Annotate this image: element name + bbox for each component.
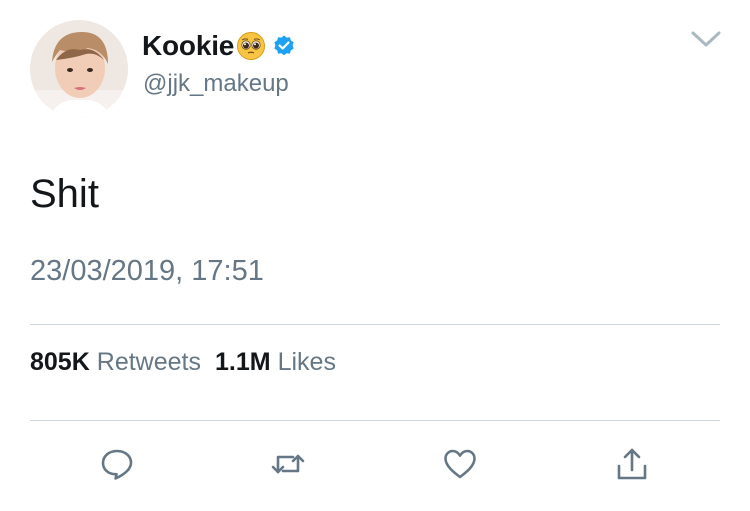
verified-badge-icon [272,34,296,58]
pleading-face-emoji-icon [236,31,266,61]
avatar[interactable] [30,20,128,118]
likes-count[interactable]: 1.1M [215,348,271,377]
user-handle[interactable]: @jjk_makeup [143,70,289,98]
tweet-stats: 805K Retweets 1.1M Likes [30,348,350,377]
retweet-button[interactable] [270,446,306,482]
divider [30,420,720,421]
divider [30,324,720,325]
display-name[interactable]: Kookie [142,30,234,62]
retweets-count[interactable]: 805K [30,348,90,377]
tweet-text: Shit [30,172,99,216]
retweets-label[interactable]: Retweets [97,348,201,377]
likes-label[interactable]: Likes [278,348,336,377]
display-name-row: Kookie [142,28,296,64]
tweet-timestamp[interactable]: 23/03/2019, 17:51 [30,255,264,288]
reply-icon [101,449,133,480]
reply-button[interactable] [99,446,135,482]
avatar-photo [30,20,128,118]
like-icon [444,449,476,479]
like-button[interactable] [442,446,478,482]
share-icon [617,448,647,480]
retweet-icon [271,454,305,474]
chevron-down-icon[interactable] [690,28,722,50]
share-button[interactable] [614,446,650,482]
